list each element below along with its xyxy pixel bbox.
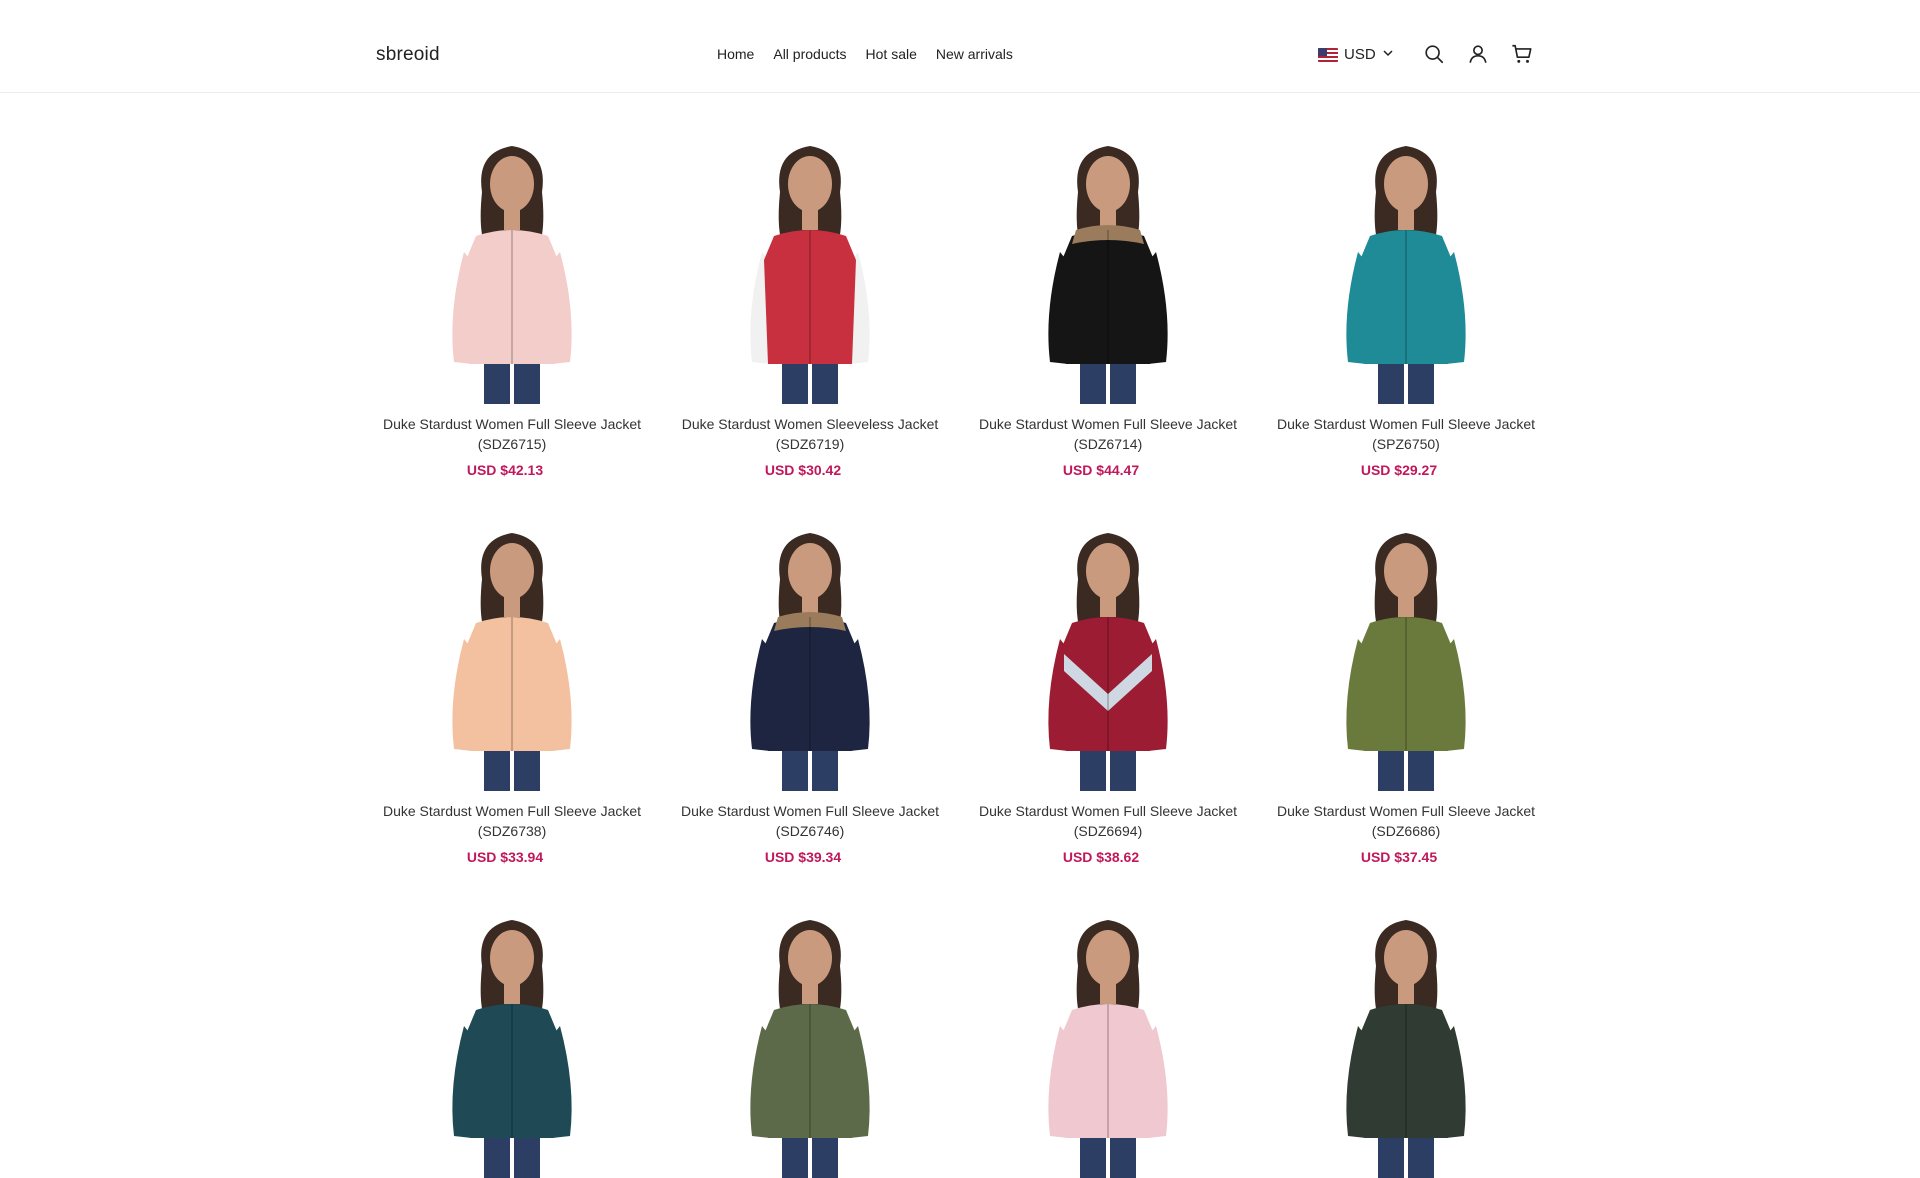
product-image[interactable] [674,132,946,404]
site-header: sbreoid Home All products Hot sale New a… [0,0,1920,93]
product-price: USD $37.45 [1360,849,1438,865]
product-price: USD $38.62 [1062,849,1140,865]
product-price: USD $33.94 [466,849,544,865]
store-logo[interactable]: sbreoid [376,44,440,66]
product-price: USD $29.27 [1360,462,1438,478]
account-icon[interactable] [1467,43,1489,65]
product-title[interactable]: Duke Stardust Women Full Sleeve Jacket (… [972,414,1244,454]
product-image[interactable] [674,906,946,1178]
search-icon[interactable] [1423,43,1445,65]
product-title[interactable]: Duke Stardust Women Full Sleeve Jacket (… [1270,414,1542,454]
us-flag-icon [1318,47,1338,62]
product-price: USD $44.47 [1062,462,1140,478]
product-image[interactable] [1270,906,1542,1178]
product-price: USD $30.42 [764,462,842,478]
product-title[interactable]: Duke Stardust Women Full Sleeve Jacket (… [1270,801,1542,841]
product-title[interactable]: Duke Stardust Women Full Sleeve Jacket (… [376,801,648,841]
product-image[interactable] [376,519,648,791]
product-title[interactable]: Duke Stardust Women Full Sleeve Jacket (… [376,414,648,454]
product-image[interactable] [376,906,648,1178]
product-image[interactable] [972,132,1244,404]
product-image[interactable] [1270,132,1542,404]
nav-all-products[interactable]: All products [773,46,846,62]
nav-home[interactable]: Home [717,46,754,62]
nav-new-arrivals[interactable]: New arrivals [936,46,1013,62]
product-title[interactable]: Duke Stardust Women Full Sleeve Jacket (… [972,801,1244,841]
product-title[interactable]: Duke Stardust Women Full Sleeve Jacket (… [674,801,946,841]
currency-label: USD [1344,46,1376,63]
product-price: USD $42.13 [466,462,544,478]
product-image[interactable] [1270,519,1542,791]
chevron-down-icon [1382,46,1394,63]
product-image[interactable] [674,519,946,791]
product-price: USD $39.34 [764,849,842,865]
currency-selector[interactable]: USD [1318,46,1394,63]
cart-icon[interactable] [1511,43,1533,65]
product-title[interactable]: Duke Stardust Women Sleeveless Jacket (S… [674,414,946,454]
main-nav: Home All products Hot sale New arrivals [717,46,1013,62]
product-image[interactable] [376,132,648,404]
nav-hot-sale[interactable]: Hot sale [866,46,917,62]
product-image[interactable] [972,519,1244,791]
product-image[interactable] [972,906,1244,1178]
